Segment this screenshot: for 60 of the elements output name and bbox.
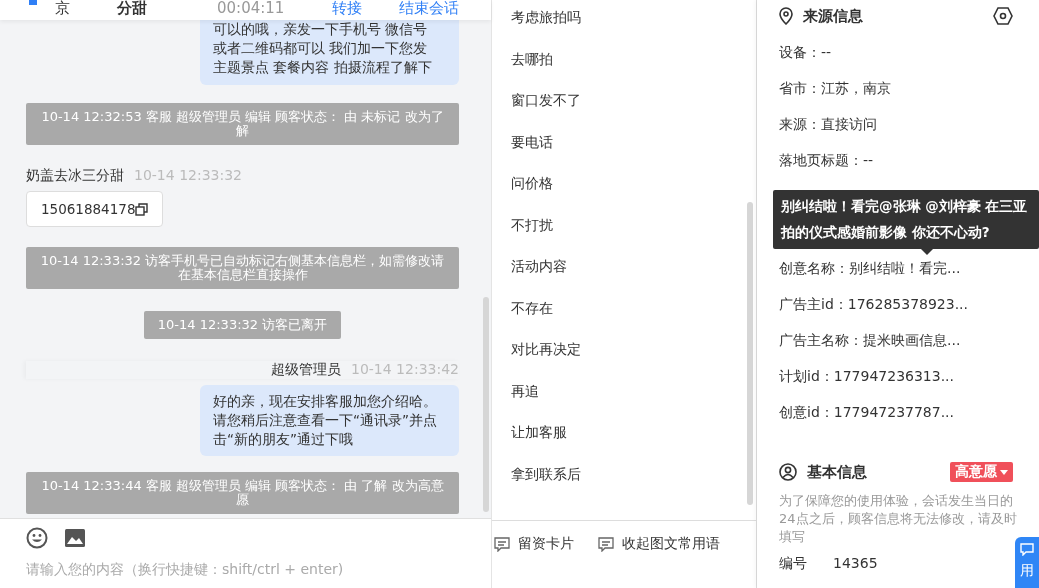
phrase-item[interactable]: 去哪拍	[511, 48, 756, 90]
status-dropdown[interactable]: 高意愿	[950, 462, 1013, 482]
phrase-item[interactable]: 对比再决定	[511, 339, 756, 381]
message-input[interactable]: 请输入您的内容（换行快捷键：shift/ctrl + enter)	[26, 561, 446, 577]
scrollbar[interactable]	[747, 202, 753, 505]
caret-icon	[1000, 469, 1008, 475]
image-icon[interactable]	[64, 527, 86, 549]
info-note: 为了保障您的使用体验，会话发生当日的24点之后，顾客信息将无法修改，请及时填写	[779, 492, 1018, 546]
info-row-text: 省市：江苏，南京	[779, 79, 892, 98]
info-row-text: 设备：--	[779, 43, 833, 62]
info-row-text: 落地页标题：--	[779, 151, 875, 170]
phrase-item[interactable]: 让加客服	[511, 422, 756, 464]
tooltip-pointer-icon	[921, 249, 933, 255]
system-notice: 10-14 12:33:44 客服 超级管理员 编辑 顾客状态： 由 了解 改为高意愿	[26, 472, 459, 514]
location-pin-icon	[779, 7, 793, 25]
visitor-name: 分甜	[117, 1, 147, 16]
floating-button[interactable]: 用	[1015, 537, 1039, 588]
message-time: 10-14 12:33:32	[134, 167, 242, 185]
field-value: 14365	[833, 554, 878, 572]
sender-name: 超级管理员	[271, 361, 341, 379]
chat-icon	[1020, 543, 1034, 556]
phrase-item[interactable]: 窗口发不了	[511, 90, 756, 132]
field-label: 编号	[779, 554, 807, 572]
phrase-item[interactable]: 不存在	[511, 297, 756, 339]
toolbar-button[interactable]: 留资卡片	[494, 533, 574, 555]
phrase-item[interactable]: 活动内容	[511, 256, 756, 298]
message-icon	[494, 536, 510, 552]
message-time: 10-14 12:33:42	[351, 361, 459, 379]
phrase-item[interactable]: 问价格	[511, 173, 756, 215]
phrase-item[interactable]: 不打扰	[511, 214, 756, 256]
phrase-item[interactable]: 拿到联系后	[511, 463, 756, 505]
user-icon	[779, 463, 797, 481]
info-row-text: 创意名称：别纠结啦！看完...	[779, 259, 962, 278]
copy-icon[interactable]	[135, 202, 149, 216]
visitor-location: 京	[55, 1, 70, 16]
action-link[interactable]: 结束会话	[399, 1, 460, 16]
settings-icon[interactable]	[993, 7, 1013, 25]
message-bubble: 可以的哦，亲发一下手机号 微信号或者二维码都可以 我们加一下您发主题景点 套餐内容 拍摄流程了解下	[200, 20, 459, 85]
phrase-item[interactable]: 要电话	[511, 131, 756, 173]
message-card: 15061884178	[26, 191, 164, 227]
info-row-text: 来源：直接访问	[779, 115, 878, 134]
message-bubble: 好的亲，现在安排客服加您介绍哈。请您稍后注意查看一下“通讯录”并点击“新的朋友”通过下哦	[200, 385, 459, 456]
system-notice: 10-14 12:32:53 客服 超级管理员 编辑 顾客状态： 由 未标记 改为了解	[26, 103, 459, 145]
session-timer: 00:04:11	[217, 1, 285, 16]
phrase-item[interactable]: 考虑旅拍吗	[511, 7, 756, 49]
emoji-icon[interactable]	[26, 527, 48, 549]
message-icon	[598, 536, 614, 552]
info-row-text: 计划id：177947236313...	[779, 367, 955, 386]
system-notice: 10-14 12:33:32 访客手机号已自动标记右侧基本信息栏，如需修改请在基本信息栏直接操作	[26, 247, 459, 289]
system-notice: 10-14 12:33:32 访客已离开	[143, 311, 342, 339]
toolbar-button[interactable]: 收起图文常用语	[598, 533, 720, 555]
section-title: 来源信息	[803, 6, 863, 26]
section-title: 基本信息	[807, 462, 867, 482]
info-row-text: 广告主名称：提米映画信息...	[779, 331, 962, 350]
scrollbar[interactable]	[483, 297, 489, 512]
phrase-item[interactable]: 再追	[511, 380, 756, 422]
info-row-text: 创意id：177947237787...	[779, 403, 955, 422]
sender-name: 奶盖去冰三分甜	[26, 167, 124, 185]
action-link[interactable]: 转接	[332, 1, 363, 16]
info-row-text: 广告主id：176285378923...	[779, 295, 969, 314]
